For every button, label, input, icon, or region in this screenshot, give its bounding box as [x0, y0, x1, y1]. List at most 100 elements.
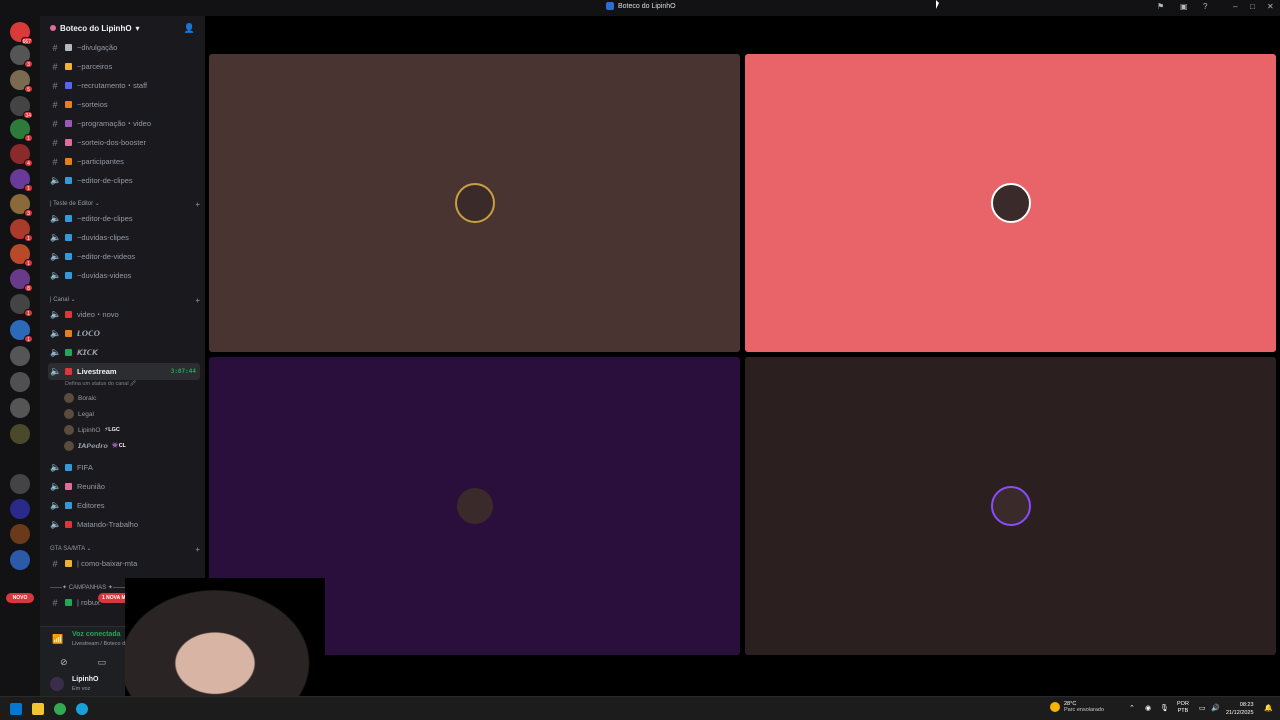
- language-indicator[interactable]: POR PTB: [1177, 701, 1189, 715]
- voice-channel[interactable]: 🔈 ~editor-de-clipes: [48, 210, 200, 227]
- server-icon[interactable]: 1: [10, 169, 33, 192]
- server-icon[interactable]: 1: [10, 294, 33, 317]
- participant-tile[interactable]: [745, 357, 1276, 655]
- voice-channel[interactable]: 🔈 ~editor-de-clipes: [48, 172, 200, 189]
- voice-user[interactable]: 𝙄𝘼𝙋𝙚𝙙𝙧𝙤 👾CL: [64, 439, 126, 453]
- edge-icon[interactable]: [76, 703, 88, 715]
- tray-app-icon[interactable]: ◉: [1145, 704, 1151, 712]
- channel-category[interactable]: GTA SA/MTA ⌄ +: [50, 545, 200, 554]
- help-icon[interactable]: ?: [1203, 2, 1207, 11]
- category-label: | Canal ⌄: [50, 297, 76, 303]
- channel-label: FIFA: [77, 463, 93, 472]
- live-timer: 3:07:44: [170, 368, 196, 375]
- channel-category[interactable]: | Canal ⌄ +: [50, 296, 200, 305]
- text-channel[interactable]: # ~programação・video: [48, 115, 200, 132]
- microphone-icon[interactable]: 🎙: [1160, 704, 1169, 712]
- volume-icon[interactable]: 🔊: [1211, 704, 1220, 712]
- camera-off-icon[interactable]: ⊘: [60, 657, 68, 668]
- voice-status[interactable]: Voz conectada: [72, 631, 121, 638]
- server-icon[interactable]: 1: [10, 119, 33, 142]
- server-icon[interactable]: [10, 524, 30, 544]
- channel-label: ~programação・video: [77, 119, 152, 128]
- channel-emoji-icon: [65, 63, 72, 70]
- channel-status[interactable]: Defina um status do canal 🖉: [65, 380, 136, 389]
- server-icon[interactable]: [10, 398, 30, 418]
- weather-sun-icon: [1050, 702, 1060, 712]
- text-channel[interactable]: # ~sorteio-dos-booster: [48, 134, 200, 151]
- voice-channel[interactable]: 🔈 ~editor-de-videos: [48, 248, 200, 265]
- mention-count-badge: 1: [24, 335, 33, 343]
- server-icon[interactable]: [10, 372, 30, 392]
- voice-user[interactable]: Legal: [64, 407, 94, 421]
- avatar: [64, 409, 74, 419]
- server-icon[interactable]: [10, 474, 30, 494]
- text-channel[interactable]: # ~recrutamento・staff: [48, 77, 200, 94]
- windows-start-icon[interactable]: [10, 703, 22, 715]
- speaker-icon: 🔈: [50, 481, 62, 491]
- server-icon[interactable]: [10, 550, 30, 570]
- server-icon[interactable]: [10, 346, 30, 366]
- server-icon[interactable]: 3: [10, 45, 33, 68]
- server-icon[interactable]: 8: [10, 269, 33, 292]
- minimize-icon[interactable]: –: [1233, 2, 1237, 11]
- server-icon[interactable]: 1: [10, 219, 33, 242]
- channel-emoji-icon: [65, 82, 72, 89]
- voice-channel[interactable]: 🔈 Reunião: [48, 478, 200, 495]
- novo-badge[interactable]: NOVO: [6, 593, 34, 603]
- text-channel[interactable]: # ~divulgação: [48, 39, 200, 56]
- channel-label: ~editor-de-clipes: [77, 176, 133, 185]
- text-channel[interactable]: # ~parceiros: [48, 58, 200, 75]
- participant-tile[interactable]: [745, 54, 1276, 352]
- screen-share-icon[interactable]: ▭: [98, 657, 107, 668]
- server-icon[interactable]: 667: [10, 22, 33, 45]
- voice-stage: [205, 16, 1280, 696]
- channel-category[interactable]: | Teste de Editor ⌄ +: [50, 200, 200, 209]
- voice-user[interactable]: LipinhO ⚡LGC: [64, 423, 120, 437]
- voice-channel[interactable]: 🔈 𝙆𝙄𝘾𝙆: [48, 344, 200, 361]
- category-label: | Teste de Editor ⌄: [50, 201, 100, 207]
- inbox-icon[interactable]: ⚑: [1157, 2, 1164, 11]
- clock[interactable]: 08:23 21/12/2025: [1226, 701, 1254, 717]
- screen-icon[interactable]: ▣: [1180, 2, 1188, 11]
- voice-channel[interactable]: 🔈 𝙇𝙊𝘾𝙊: [48, 325, 200, 342]
- voice-channel[interactable]: 🔈 Editores: [48, 497, 200, 514]
- notification-icon[interactable]: 🔔: [1264, 704, 1273, 712]
- speaker-icon: 🔈: [50, 213, 62, 223]
- voice-user-name: LipinhO: [78, 426, 101, 434]
- channel-emoji-icon: [65, 521, 72, 528]
- voice-channel[interactable]: 🔈 ~duvidas-clipes: [48, 229, 200, 246]
- add-channel-icon[interactable]: +: [195, 296, 200, 305]
- participant-tile[interactable]: [209, 54, 740, 352]
- server-icon[interactable]: 5: [10, 70, 33, 93]
- close-icon[interactable]: ✕: [1267, 2, 1274, 11]
- server-icon[interactable]: [10, 499, 30, 519]
- server-header[interactable]: Boteco do LipinhO ▾ 👤: [40, 16, 205, 40]
- server-icon[interactable]: 3: [10, 194, 33, 217]
- mention-count-badge: 1: [24, 259, 33, 267]
- server-icon[interactable]: 1: [10, 244, 33, 267]
- maximize-icon[interactable]: □: [1250, 2, 1255, 11]
- add-channel-icon[interactable]: +: [195, 545, 200, 554]
- network-icon[interactable]: ▭: [1199, 704, 1206, 712]
- chevron-up-icon[interactable]: ⌃: [1129, 704, 1135, 712]
- avatar[interactable]: [50, 677, 64, 691]
- voice-channel[interactable]: 🔈 Livestream 3:07:44: [48, 363, 200, 380]
- text-channel[interactable]: # ~sorteios: [48, 96, 200, 113]
- server-icon[interactable]: 1: [10, 320, 33, 343]
- voice-user[interactable]: Boraic: [64, 391, 96, 405]
- server-icon[interactable]: 34: [10, 96, 33, 119]
- add-channel-icon[interactable]: +: [195, 200, 200, 209]
- voice-channel[interactable]: 🔈 video・novo: [48, 306, 200, 323]
- server-icon[interactable]: 4: [10, 144, 33, 167]
- file-explorer-icon[interactable]: [32, 703, 44, 715]
- server-icon[interactable]: [10, 424, 30, 444]
- channel-label: ~duvidas-videos: [77, 271, 132, 280]
- text-channel[interactable]: # ~participantes: [48, 153, 200, 170]
- text-channel[interactable]: # | como-baixar-mta: [48, 555, 200, 572]
- voice-channel[interactable]: 🔈 Matando-Trabalho: [48, 516, 200, 533]
- voice-channel[interactable]: 🔈 ~duvidas-videos: [48, 267, 200, 284]
- voice-channel[interactable]: 🔈 FIFA: [48, 459, 200, 476]
- invite-icon[interactable]: 👤: [184, 23, 195, 34]
- chrome-icon[interactable]: [54, 703, 66, 715]
- weather-widget[interactable]: 28°C Parc ensolarado: [1050, 701, 1104, 713]
